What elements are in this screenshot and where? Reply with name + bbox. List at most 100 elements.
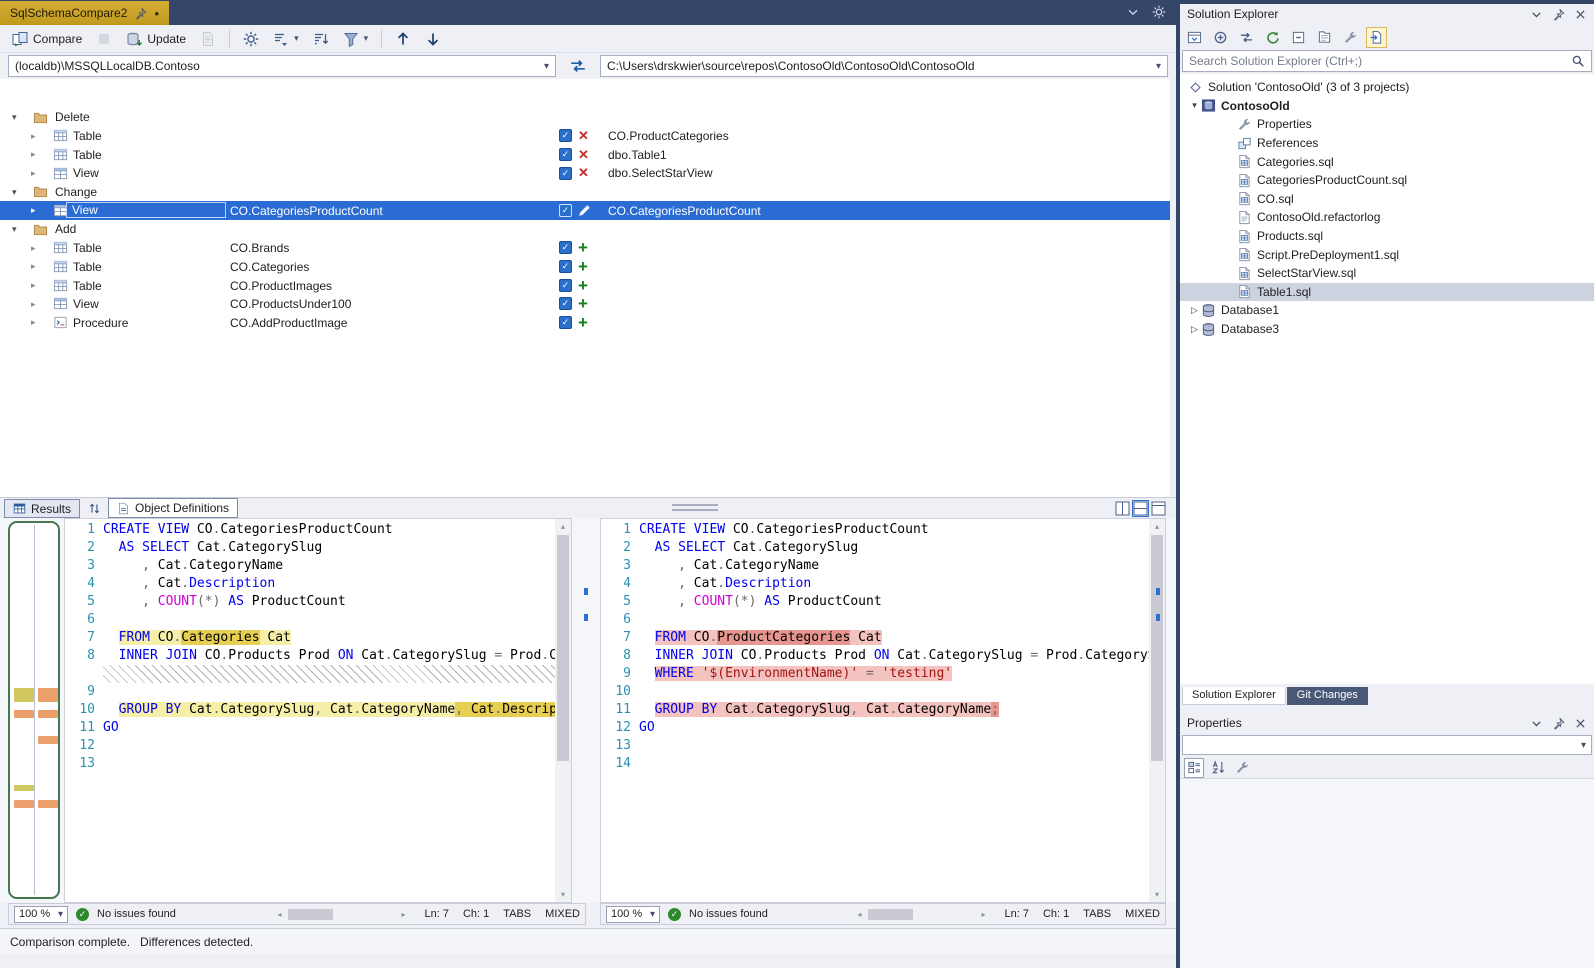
close-icon[interactable] <box>1574 717 1587 730</box>
chevron-right-icon[interactable]: ▸ <box>31 314 36 333</box>
compare-row[interactable]: ▸TableCO.ProductImages✓+ <box>0 276 1170 295</box>
source-combo[interactable]: (localdb)\MSSQLLocalDB.Contoso ▾ <box>8 55 556 77</box>
window-position-icon[interactable] <box>1530 717 1543 730</box>
splitter-grip[interactable] <box>672 504 718 511</box>
include-checkbox[interactable]: ✓ <box>559 148 572 161</box>
alphabetical-button[interactable] <box>1208 758 1228 778</box>
update-button[interactable]: Update <box>120 29 192 49</box>
refresh-button[interactable] <box>1262 27 1283 48</box>
chevron-down-icon[interactable]: ▾ <box>12 220 17 239</box>
properties-header[interactable]: Properties <box>1180 713 1594 733</box>
chevron-right-icon[interactable]: ▸ <box>31 239 36 258</box>
switch-views-button[interactable] <box>1184 27 1205 48</box>
single-pane-button[interactable] <box>1151 501 1166 516</box>
pin-icon[interactable] <box>1552 8 1565 21</box>
zoom-level-combo[interactable]: 100 %▾ <box>606 906 660 923</box>
tree-item-selectstarview-sql[interactable]: SelectStarView.sql <box>1180 264 1594 283</box>
pin-icon[interactable] <box>134 7 147 20</box>
include-checkbox[interactable]: ✓ <box>559 279 572 292</box>
tree-item-contosoold-refactorlog[interactable]: ContosoOld.refactorlog <box>1180 208 1594 227</box>
compare-row[interactable]: ▸ProcedureCO.AddProductImage✓+ <box>0 314 1170 333</box>
compare-row[interactable]: ▸Table✓✕CO.ProductCategories <box>0 127 1170 146</box>
scroll-track[interactable] <box>286 907 396 922</box>
horizontal-scrollbar[interactable]: ◂▸ <box>852 907 990 922</box>
scroll-thumb[interactable] <box>557 535 569 761</box>
target-combo[interactable]: C:\Users\drskwier\source\repos\ContosoOl… <box>600 55 1168 77</box>
tab-results[interactable]: Results <box>4 499 80 518</box>
chevron-right-icon[interactable]: ▸ <box>31 201 36 220</box>
properties-button[interactable] <box>1340 27 1361 48</box>
tool-tab-solution-explorer[interactable]: Solution Explorer <box>1182 687 1286 705</box>
compare-group-row[interactable]: ▾Add <box>0 220 1170 239</box>
next-difference-button[interactable] <box>419 29 447 49</box>
previous-difference-button[interactable] <box>389 29 417 49</box>
sync-with-active-document-button[interactable] <box>1236 27 1257 48</box>
compare-row[interactable]: ▸Table✓✕dbo.Table1 <box>0 145 1170 164</box>
doc-well-dropdown-icon[interactable] <box>1126 5 1140 19</box>
scroll-left-arrow[interactable]: ◂ <box>852 910 866 919</box>
pin-icon[interactable] <box>1552 717 1565 730</box>
tree-item-properties[interactable]: Properties <box>1180 115 1594 134</box>
scroll-up-arrow[interactable]: ▴ <box>555 519 571 534</box>
chevron-down-icon[interactable]: ▾ <box>12 108 17 127</box>
compare-row[interactable]: ▸TableCO.Brands✓+ <box>0 239 1170 258</box>
chevron-right-icon[interactable]: ▸ <box>31 145 36 164</box>
collapse-all-button[interactable] <box>1288 27 1309 48</box>
tab-object-definitions[interactable]: Object Definitions <box>108 498 238 518</box>
split-horizontal-button[interactable] <box>1133 501 1148 516</box>
vertical-scrollbar[interactable]: ▴ ▾ <box>555 519 571 902</box>
scroll-up-arrow[interactable]: ▴ <box>1149 519 1165 534</box>
group-results-button[interactable]: ▾ <box>267 29 305 49</box>
close-icon[interactable] <box>1574 8 1587 21</box>
target-code-editor[interactable]: 1CREATE VIEW CO.CategoriesProductCount2 … <box>600 518 1166 903</box>
generate-script-button[interactable] <box>194 29 222 49</box>
include-checkbox[interactable]: ✓ <box>559 129 572 142</box>
show-all-files-button[interactable] <box>1314 27 1335 48</box>
chevron-right-icon[interactable]: ▷ <box>1188 324 1201 335</box>
scroll-down-arrow[interactable]: ▾ <box>555 887 571 902</box>
include-checkbox[interactable]: ✓ <box>559 204 572 217</box>
tree-item-database1[interactable]: ▷Database1 <box>1180 301 1594 320</box>
include-checkbox[interactable]: ✓ <box>559 297 572 310</box>
switch-direction-button[interactable] <box>556 54 600 78</box>
tree-item-co-sql[interactable]: CO.sql <box>1180 190 1594 209</box>
chevron-right-icon[interactable]: ▸ <box>31 295 36 314</box>
scroll-thumb[interactable] <box>288 909 333 920</box>
compare-group-row[interactable]: ▾Delete <box>0 108 1170 127</box>
solution-explorer-header[interactable]: Solution Explorer <box>1180 4 1594 24</box>
scroll-thumb[interactable] <box>868 909 913 920</box>
include-checkbox[interactable]: ✓ <box>559 260 572 273</box>
diff-overview-bar[interactable] <box>8 521 60 899</box>
scroll-left-arrow[interactable]: ◂ <box>272 910 286 919</box>
scroll-right-arrow[interactable]: ▸ <box>976 910 990 919</box>
scroll-track[interactable] <box>866 907 976 922</box>
chevron-right-icon[interactable]: ▷ <box>1188 305 1201 316</box>
compare-row[interactable]: ▸TableCO.Categories✓+ <box>0 258 1170 277</box>
window-position-icon[interactable] <box>1530 8 1543 21</box>
sort-results-button[interactable] <box>83 499 105 517</box>
chevron-right-icon[interactable]: ▸ <box>31 164 36 183</box>
chevron-right-icon[interactable]: ▸ <box>31 276 36 295</box>
options-button[interactable] <box>237 29 265 49</box>
compare-row[interactable]: ▸View✓✕dbo.SelectStarView <box>0 164 1170 183</box>
document-tab[interactable]: SqlSchemaCompare2 ● <box>0 1 169 25</box>
search-icon[interactable] <box>1571 54 1585 68</box>
chevron-down-icon[interactable]: ▾ <box>1188 100 1201 111</box>
chevron-right-icon[interactable]: ▸ <box>31 258 36 277</box>
split-side-by-side-button[interactable] <box>1115 501 1130 516</box>
doc-well-gear-icon[interactable] <box>1152 5 1166 19</box>
tree-item-database3[interactable]: ▷Database3 <box>1180 320 1594 339</box>
tool-tab-git-changes[interactable]: Git Changes <box>1287 687 1368 705</box>
include-checkbox[interactable]: ✓ <box>559 241 572 254</box>
compare-group-row[interactable]: ▾Change <box>0 183 1170 202</box>
categorized-button[interactable] <box>1184 758 1204 778</box>
include-checkbox[interactable]: ✓ <box>559 316 572 329</box>
zoom-level-combo[interactable]: 100 %▾ <box>14 906 68 923</box>
horizontal-scrollbar[interactable]: ◂▸ <box>272 907 410 922</box>
tree-item-solution-contosoold-3-of-3-projects-[interactable]: Solution 'ContosoOld' (3 of 3 projects) <box>1180 78 1594 97</box>
compare-row[interactable]: ▸ViewCO.CategoriesProductCount✓CO.Catego… <box>0 201 1170 220</box>
include-checkbox[interactable]: ✓ <box>559 167 572 180</box>
tree-item-categoriesproductcount-sql[interactable]: CategoriesProductCount.sql <box>1180 171 1594 190</box>
scroll-thumb[interactable] <box>1151 535 1163 761</box>
chevron-down-icon[interactable]: ▾ <box>12 183 17 202</box>
